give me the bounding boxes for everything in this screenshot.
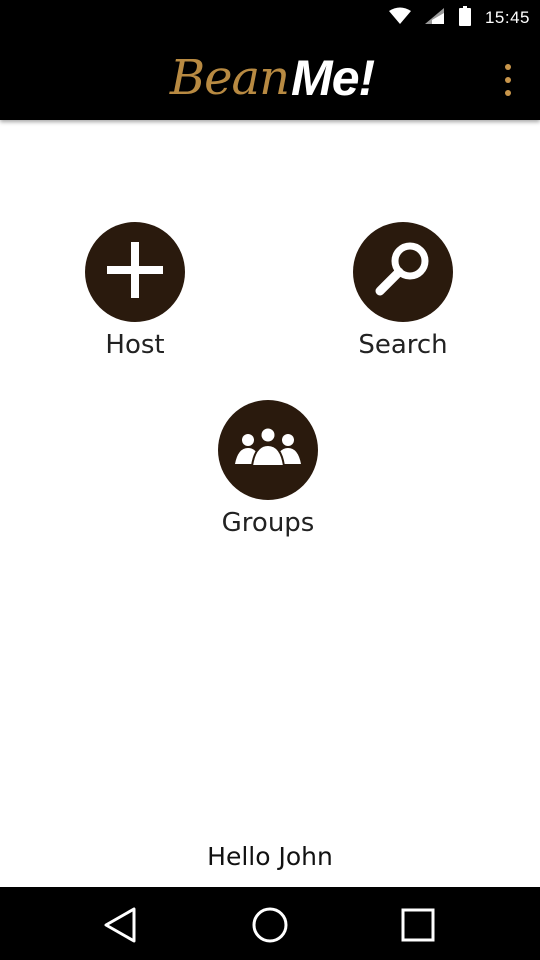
greeting-text: Hello John bbox=[207, 842, 333, 871]
logo-me-text: Me! bbox=[291, 50, 375, 106]
app-logo: Bean Me! bbox=[0, 46, 540, 110]
battery-icon bbox=[458, 5, 471, 31]
groups-button[interactable]: Groups bbox=[188, 400, 348, 538]
menu-dot bbox=[505, 64, 511, 70]
search-label[interactable]: Search bbox=[358, 330, 447, 360]
back-icon[interactable] bbox=[100, 905, 140, 945]
menu-dot bbox=[505, 77, 511, 83]
app-bar: Bean Me! bbox=[0, 36, 540, 120]
search-icon bbox=[374, 241, 432, 304]
groups-label[interactable]: Groups bbox=[222, 508, 315, 538]
search-circle[interactable] bbox=[353, 222, 453, 322]
status-icons: 15:45 bbox=[388, 0, 530, 36]
search-button[interactable]: Search bbox=[323, 222, 483, 360]
groups-circle[interactable] bbox=[218, 400, 318, 500]
logo-bean-text: Bean bbox=[169, 50, 290, 106]
host-button[interactable]: Host bbox=[55, 222, 215, 360]
status-time: 15:45 bbox=[484, 8, 530, 27]
groups-icon bbox=[232, 426, 304, 475]
app-screen: 15:45 Bean Me! Host Search Groups Hello … bbox=[0, 0, 540, 960]
host-circle[interactable] bbox=[85, 222, 185, 322]
home-icon[interactable] bbox=[250, 905, 290, 945]
signal-icon bbox=[424, 7, 445, 30]
host-label[interactable]: Host bbox=[105, 330, 164, 360]
navigation-bar bbox=[0, 887, 540, 960]
plus-icon bbox=[107, 241, 163, 303]
menu-dot bbox=[505, 90, 511, 96]
recents-icon[interactable] bbox=[398, 905, 438, 945]
status-bar: 15:45 bbox=[0, 0, 540, 36]
wifi-icon bbox=[388, 7, 411, 30]
overflow-menu-icon[interactable] bbox=[498, 64, 518, 96]
